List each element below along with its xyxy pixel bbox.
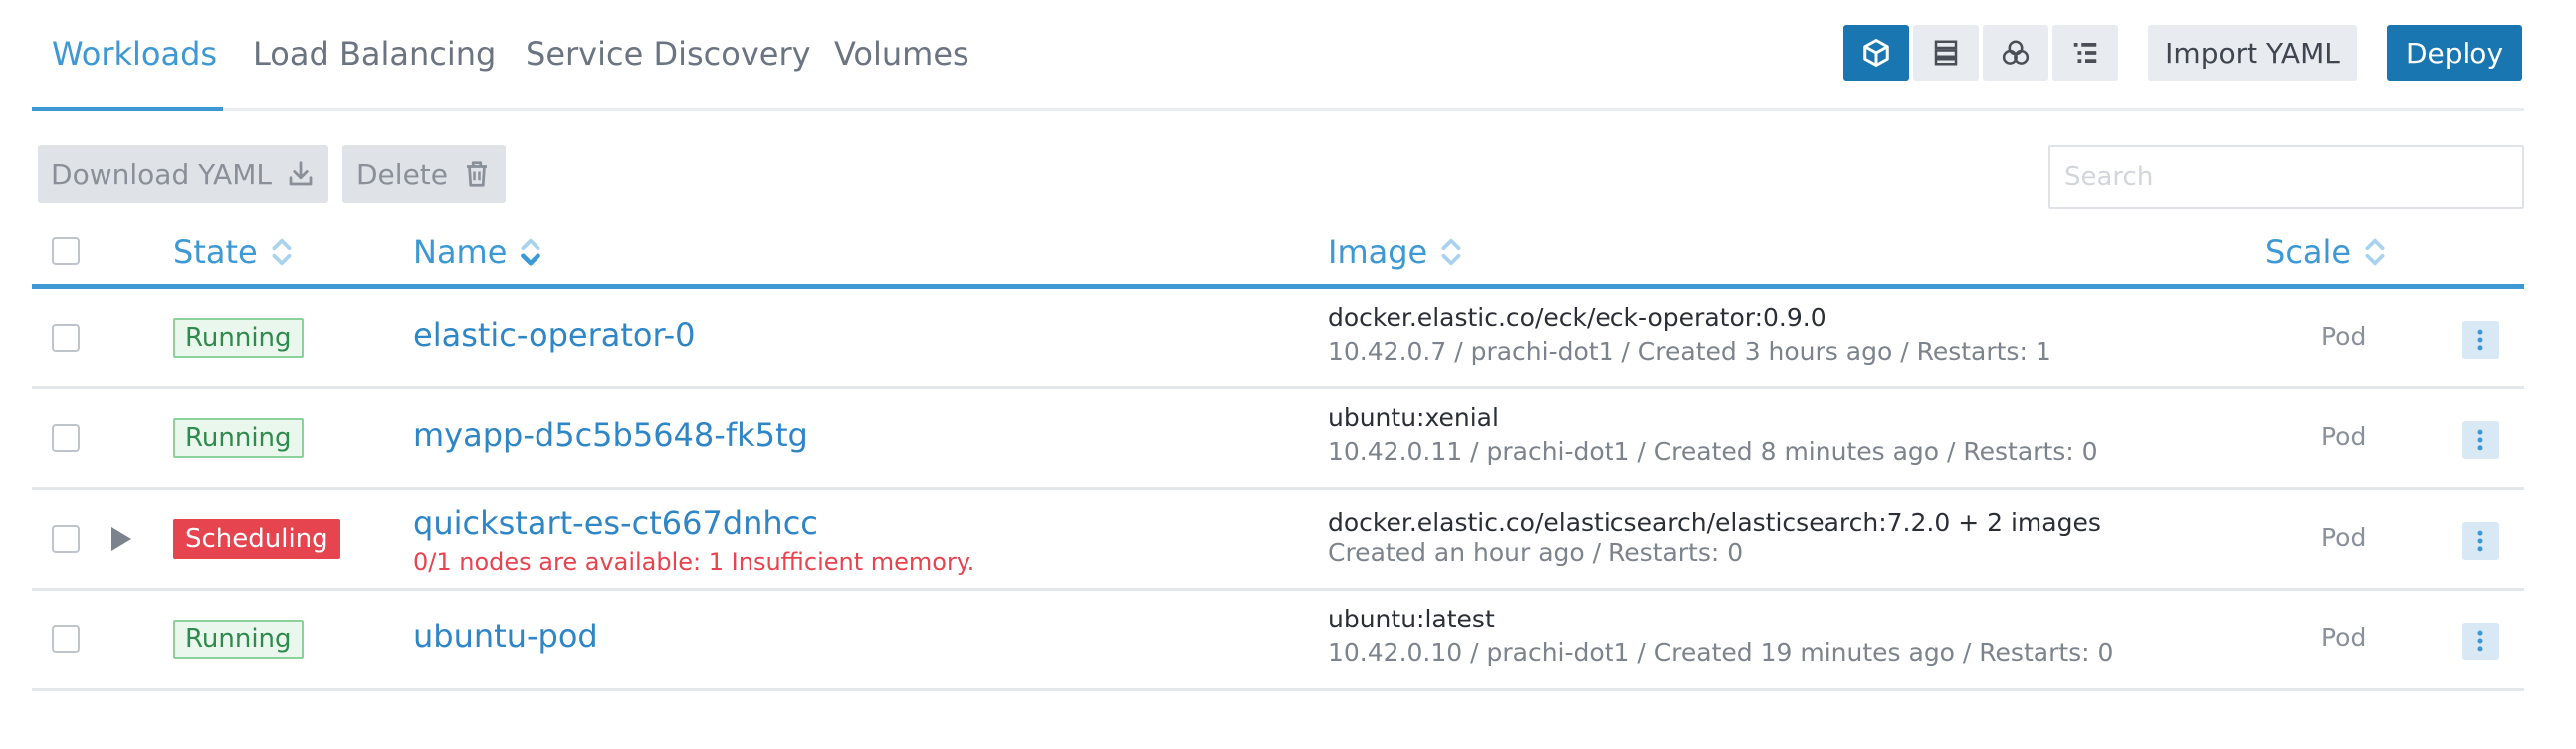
workload-name-link[interactable]: quickstart-es-ct667dnhcc [413,504,818,542]
status-badge: Running [173,418,304,458]
scale-value: Pod [2321,624,2367,652]
column-label-image: Image [1328,233,1428,271]
status-badge: Scheduling [173,519,340,559]
kebab-menu-icon [2477,530,2483,552]
tree-list-icon [2073,43,2097,63]
expand-row-icon[interactable] [111,527,131,551]
scale-value: Pod [2321,322,2367,351]
row-actions-button[interactable] [2462,623,2499,660]
table-row: Running ubuntu-pod ubuntu:latest 10.42.0… [32,591,2524,691]
search-input[interactable] [2048,145,2524,209]
row-actions-button[interactable] [2462,421,2499,459]
column-header-name[interactable]: Name [413,233,542,271]
workload-name-link[interactable]: ubuntu-pod [413,618,598,655]
image-name: docker.elastic.co/elasticsearch/elastics… [1328,508,2101,537]
delete-button[interactable]: Delete [342,145,506,203]
tab-volumes[interactable]: Volumes [834,32,969,76]
image-name: docker.elastic.co/eck/eck-operator:0.9.0 [1328,303,1826,332]
select-all-checkbox[interactable] [52,237,80,265]
workload-name-link[interactable]: myapp-d5c5b5648-fk5tg [413,416,808,454]
group-icon [2002,40,2030,65]
list-node-icon [1934,40,1958,66]
kebab-menu-icon [2477,630,2483,652]
image-name: ubuntu:latest [1328,605,1495,633]
error-message: 0/1 nodes are available: 1 Insufficient … [413,548,975,576]
workload-details: 10.42.0.11 / prachi-dot1 / Created 8 min… [1328,437,2098,466]
row-checkbox[interactable] [52,625,80,653]
table-row: Scheduling quickstart-es-ct667dnhcc 0/1 … [32,490,2524,591]
row-checkbox[interactable] [52,525,80,553]
download-yaml-label: Download YAML [51,157,272,191]
kebab-menu-icon [2477,429,2483,451]
status-badge: Running [173,620,304,659]
trash-icon [467,161,487,187]
column-header-state[interactable]: State [173,233,294,271]
active-tab-indicator [32,107,223,111]
view-group-button[interactable] [1983,25,2048,81]
column-header-scale[interactable]: Scale [2265,233,2387,271]
sort-desc-icon [521,238,541,266]
table-header: State Name Image Scale [32,225,2524,289]
deploy-button[interactable]: Deploy [2387,25,2522,81]
column-header-image[interactable]: Image [1328,233,1463,271]
table-row: Running elastic-operator-0 docker.elasti… [32,289,2524,389]
download-icon [289,161,313,186]
sort-icon [1441,238,1461,266]
row-checkbox[interactable] [52,324,80,352]
view-mode-toggle [1843,25,2118,81]
view-node-button[interactable] [1913,25,1979,81]
row-actions-button[interactable] [2462,321,2499,359]
scale-value: Pod [2321,523,2367,552]
row-checkbox[interactable] [52,424,80,452]
status-badge: Running [173,318,304,358]
row-actions-button[interactable] [2462,522,2499,560]
view-flat-button[interactable] [1843,25,1909,81]
import-yaml-button[interactable]: Import YAML [2148,25,2357,81]
delete-label: Delete [356,157,448,191]
workload-name-link[interactable]: elastic-operator-0 [413,316,696,354]
tab-service-discovery[interactable]: Service Discovery [526,32,811,76]
download-yaml-button[interactable]: Download YAML [38,145,328,203]
image-name: ubuntu:xenial [1328,403,1499,432]
view-tree-button[interactable] [2052,25,2118,81]
scale-value: Pod [2321,422,2367,451]
cube-icon [1863,39,1889,67]
kebab-menu-icon [2477,329,2483,351]
workload-details: Created an hour ago / Restarts: 0 [1328,538,1744,567]
column-label-state: State [173,233,258,271]
column-label-scale: Scale [2265,233,2352,271]
column-label-name: Name [413,233,508,271]
sort-icon [272,238,292,266]
sort-icon [2365,238,2385,266]
table-row: Running myapp-d5c5b5648-fk5tg ubuntu:xen… [32,389,2524,490]
workload-details: 10.42.0.10 / prachi-dot1 / Created 19 mi… [1328,638,2114,667]
workload-details: 10.42.0.7 / prachi-dot1 / Created 3 hour… [1328,337,2051,366]
tab-load-balancing[interactable]: Load Balancing [253,32,496,76]
tab-workloads[interactable]: Workloads [52,32,217,76]
